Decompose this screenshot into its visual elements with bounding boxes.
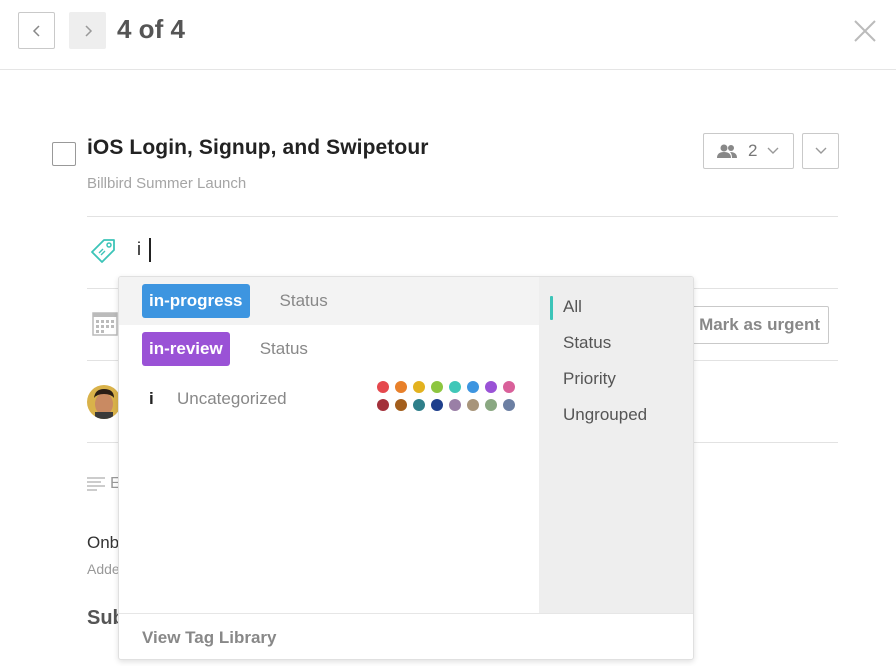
close-icon[interactable] (852, 18, 878, 44)
active-filter-indicator (550, 296, 553, 320)
filter-status[interactable]: Status (563, 333, 611, 353)
task-complete-checkbox[interactable] (52, 142, 76, 166)
people-icon (717, 144, 737, 158)
tag-group: Status (279, 291, 328, 310)
color-swatch[interactable] (485, 381, 497, 393)
tag-input-value: i (137, 238, 141, 259)
tag-suggestion-list: in-progress Status in-review Status i Un… (119, 277, 539, 613)
new-tag-name: i (149, 389, 154, 408)
tag-pill: in-review (142, 332, 230, 366)
color-swatch[interactable] (449, 381, 461, 393)
filter-ungrouped[interactable]: Ungrouped (563, 405, 647, 425)
color-swatch[interactable] (395, 399, 407, 411)
color-swatch[interactable] (503, 381, 515, 393)
attachment-meta: Adde (87, 561, 120, 577)
members-dropdown[interactable]: 2 (703, 133, 794, 169)
previous-task-button[interactable] (18, 12, 55, 49)
chevron-down-icon (767, 147, 779, 154)
chevron-right-icon (84, 24, 92, 37)
new-tag-group: Uncategorized (177, 389, 287, 408)
tag-color-picker (377, 381, 515, 411)
color-swatch[interactable] (395, 381, 407, 393)
calendar-icon (92, 312, 118, 336)
color-swatch[interactable] (485, 399, 497, 411)
tag-input[interactable]: i (137, 238, 151, 262)
color-swatch[interactable] (431, 381, 443, 393)
chevron-down-icon (815, 147, 826, 154)
description-icon (87, 477, 105, 491)
filter-all[interactable]: All (563, 297, 582, 317)
tag-icon (91, 239, 115, 263)
avatar[interactable] (87, 385, 121, 419)
members-count: 2 (748, 141, 758, 160)
chevron-left-icon (32, 24, 40, 37)
text-caret (149, 238, 151, 262)
color-swatch[interactable] (503, 399, 515, 411)
top-bar: 4 of 4 (0, 0, 896, 70)
color-swatch[interactable] (467, 381, 479, 393)
task-title[interactable]: iOS Login, Signup, and Swipetour (87, 136, 429, 160)
tag-pill: in-progress (142, 284, 250, 318)
view-tag-library-link[interactable]: View Tag Library (119, 613, 693, 659)
color-swatch[interactable] (377, 399, 389, 411)
divider (87, 216, 838, 217)
color-swatch[interactable] (467, 399, 479, 411)
color-swatch[interactable] (449, 399, 461, 411)
tag-suggestions-dropdown: in-progress Status in-review Status i Un… (118, 276, 694, 660)
tag-suggestion-in-progress[interactable]: in-progress Status (119, 277, 539, 325)
color-swatch[interactable] (413, 381, 425, 393)
tag-group-filter: All Status Priority Ungrouped (539, 277, 693, 613)
tag-group: Status (259, 339, 308, 358)
mark-as-urgent-button[interactable]: Mark as urgent (680, 306, 829, 344)
color-swatch[interactable] (413, 399, 425, 411)
color-swatch[interactable] (431, 399, 443, 411)
task-counter: 4 of 4 (117, 14, 185, 44)
next-task-button[interactable] (69, 12, 106, 49)
task-options-button[interactable] (802, 133, 839, 169)
project-name[interactable]: Billbird Summer Launch (87, 175, 246, 192)
attachment-name[interactable]: Onb (87, 533, 119, 553)
color-swatch[interactable] (377, 381, 389, 393)
tag-suggestion-in-review[interactable]: in-review Status (119, 325, 539, 373)
filter-priority[interactable]: Priority (563, 369, 616, 389)
